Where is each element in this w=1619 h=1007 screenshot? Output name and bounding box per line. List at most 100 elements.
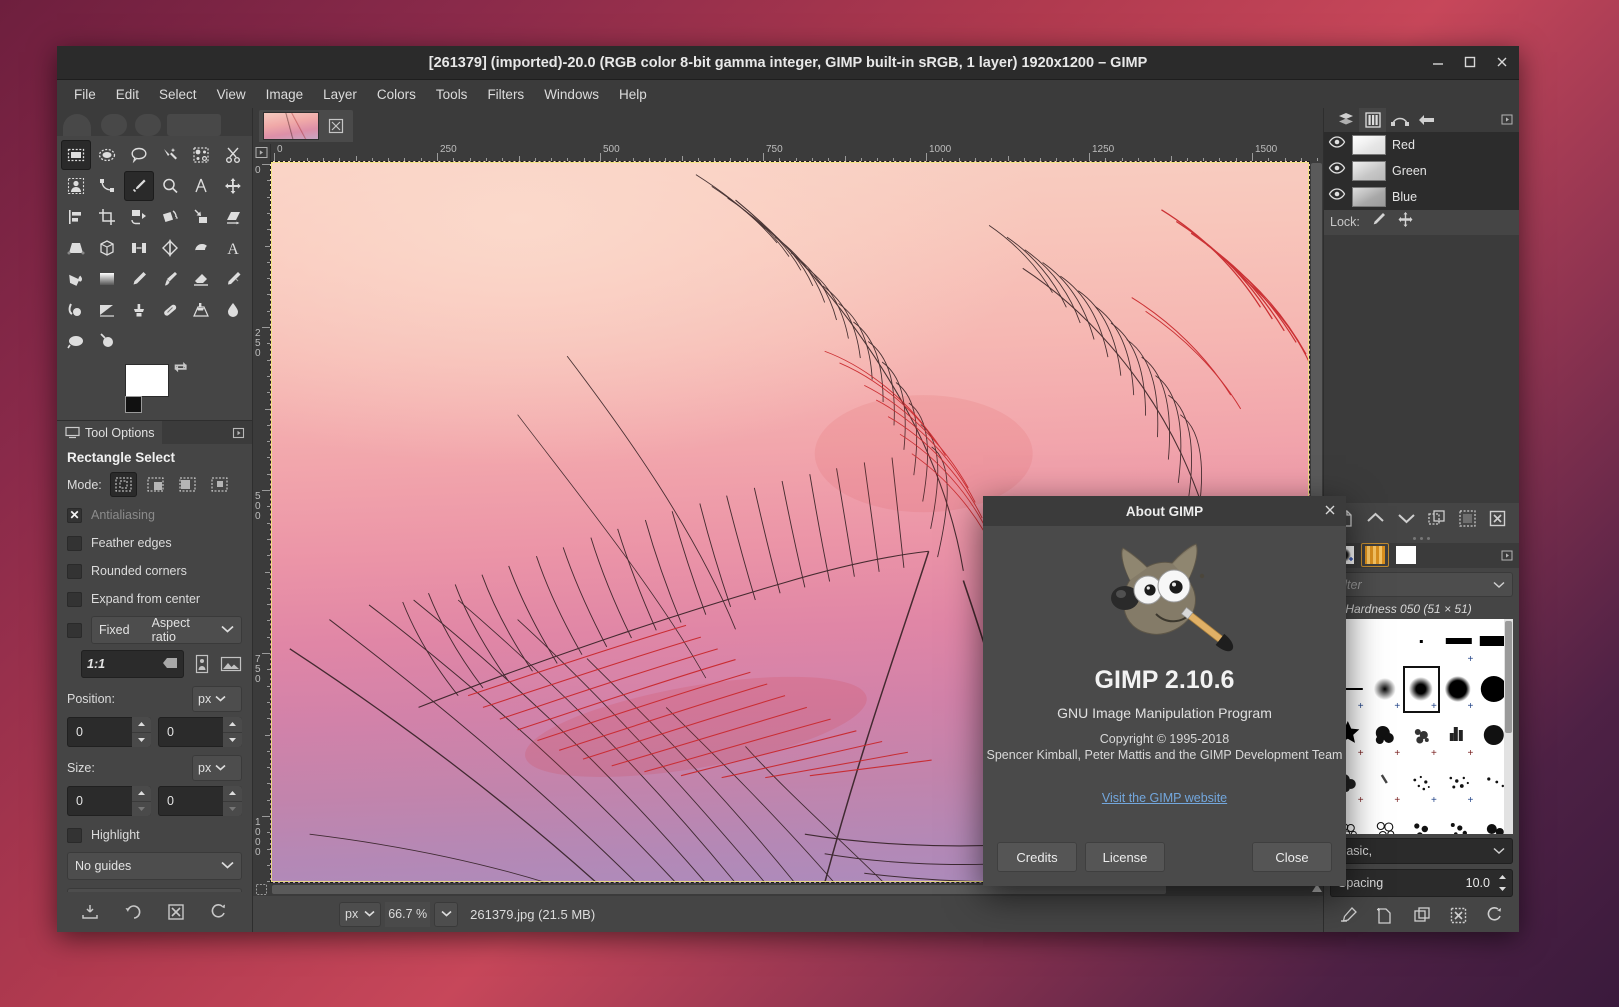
color-picker-tool[interactable]: [124, 171, 154, 201]
edit-brush-icon[interactable]: [1336, 904, 1360, 928]
spacing-arrows[interactable]: [1494, 871, 1511, 895]
dock-menu-icon[interactable]: [1501, 108, 1519, 132]
brush-cell[interactable]: [1367, 619, 1404, 666]
foreground-color-swatch[interactable]: [125, 364, 169, 397]
landscape-orientation-button[interactable]: [220, 653, 242, 675]
flip-tool[interactable]: [155, 233, 185, 263]
gradient-tool[interactable]: [92, 264, 122, 294]
lower-channel-icon[interactable]: [1394, 506, 1418, 530]
spin-up-icon[interactable]: [223, 717, 242, 733]
vertical-ruler[interactable]: 02505007501000: [253, 161, 270, 883]
channel-row-red[interactable]: Red: [1324, 132, 1519, 158]
zoom-tool[interactable]: [155, 171, 185, 201]
scissors-select-tool[interactable]: [218, 140, 248, 170]
mode-add-button[interactable]: [142, 472, 169, 497]
tab-channels[interactable]: [1359, 108, 1386, 132]
auto-shrink-button[interactable]: Auto Shrink: [67, 888, 242, 892]
credits-button[interactable]: Credits: [997, 842, 1077, 872]
channel-row-green[interactable]: Green: [1324, 158, 1519, 184]
dodge-burn-tool[interactable]: [92, 326, 122, 356]
paths-tool[interactable]: [92, 171, 122, 201]
brush-cell[interactable]: +: [1367, 666, 1404, 713]
delete-brush-icon[interactable]: [1446, 904, 1470, 928]
size-width-arrows[interactable]: [132, 786, 151, 816]
perspective-clone-tool[interactable]: [186, 295, 216, 325]
text-tool[interactable]: A: [218, 233, 248, 263]
eye-icon[interactable]: [1328, 161, 1346, 180]
position-y-spinner[interactable]: 0: [158, 717, 242, 747]
menu-tools[interactable]: Tools: [427, 83, 477, 106]
close-icon[interactable]: [1323, 503, 1337, 522]
brush-cell[interactable]: +: [1440, 619, 1477, 666]
menu-filters[interactable]: Filters: [478, 83, 533, 106]
scale-tool[interactable]: [186, 202, 216, 232]
highlight-checkbox[interactable]: [67, 828, 82, 843]
spin-down-icon[interactable]: [1494, 883, 1511, 895]
delete-tool-preset-icon[interactable]: [163, 899, 189, 925]
3d-transform-tool[interactable]: [92, 233, 122, 263]
refresh-brushes-icon[interactable]: [1483, 904, 1507, 928]
size-width-spinner[interactable]: 0: [67, 786, 151, 816]
antialiasing-checkbox[interactable]: [67, 508, 82, 523]
tab-undo-history[interactable]: [1413, 108, 1440, 132]
menu-select[interactable]: Select: [150, 83, 206, 106]
tab-paths[interactable]: [1386, 108, 1413, 132]
tab-patterns[interactable]: [1361, 543, 1389, 567]
license-button[interactable]: License: [1085, 842, 1165, 872]
spin-down-icon[interactable]: [132, 802, 151, 817]
clear-icon[interactable]: [162, 657, 178, 672]
menu-view[interactable]: View: [208, 83, 255, 106]
restore-tool-preset-icon[interactable]: [120, 899, 146, 925]
tab-tool-options[interactable]: Tool Options: [57, 421, 162, 444]
rectangle-select-tool[interactable]: [61, 140, 91, 170]
expand-from-center-checkbox[interactable]: [67, 592, 82, 607]
position-x-arrows[interactable]: [132, 717, 151, 747]
spin-up-icon[interactable]: [132, 717, 151, 733]
delete-channel-icon[interactable]: [1486, 506, 1510, 530]
mode-subtract-button[interactable]: [174, 472, 201, 497]
quickmask-toggle-button[interactable]: [253, 883, 270, 896]
horizontal-ruler[interactable]: 0250500750100012501500: [270, 144, 1323, 161]
move-tool[interactable]: [218, 171, 248, 201]
measure-tool[interactable]: [186, 171, 216, 201]
tab-fonts[interactable]: [1392, 543, 1420, 567]
aspect-ratio-input[interactable]: 1:1: [81, 650, 184, 678]
brush-cell[interactable]: +: [1367, 760, 1404, 807]
spin-up-icon[interactable]: [132, 786, 151, 802]
brush-grid-scrollbar[interactable]: [1504, 619, 1513, 834]
brushes-dock-menu-icon[interactable]: [1501, 549, 1519, 562]
feather-edges-checkbox[interactable]: [67, 536, 82, 551]
menu-help[interactable]: Help: [610, 83, 656, 106]
airbrush-tool[interactable]: [218, 264, 248, 294]
menu-colors[interactable]: Colors: [368, 83, 425, 106]
alignment-tool[interactable]: [61, 202, 91, 232]
brush-cell[interactable]: +: [1440, 807, 1477, 834]
quickmask-menu-button[interactable]: [253, 144, 270, 161]
spin-up-icon[interactable]: [223, 786, 242, 802]
free-select-tool[interactable]: [124, 140, 154, 170]
close-button[interactable]: Close: [1252, 842, 1332, 872]
save-tool-preset-icon[interactable]: [77, 899, 103, 925]
brush-cell[interactable]: +: [1367, 807, 1404, 834]
tool-options-menu-icon[interactable]: [232, 421, 252, 444]
raise-channel-icon[interactable]: [1364, 506, 1388, 530]
foreground-select-tool[interactable]: [61, 171, 91, 201]
dock-separator-grip[interactable]: [1324, 534, 1519, 543]
brush-cell[interactable]: +: [1403, 760, 1440, 807]
ellipse-select-tool[interactable]: [92, 140, 122, 170]
new-brush-icon[interactable]: [1373, 904, 1397, 928]
statusbar-unit-combo[interactable]: px: [339, 902, 381, 927]
image-tab[interactable]: [259, 110, 353, 142]
brush-cell[interactable]: +: [1440, 760, 1477, 807]
size-unit-combo[interactable]: px: [192, 755, 242, 781]
position-unit-combo[interactable]: px: [192, 686, 242, 712]
fuzzy-select-tool[interactable]: [155, 140, 185, 170]
close-icon[interactable]: [1495, 55, 1511, 71]
warp-transform-tool[interactable]: [186, 233, 216, 263]
eye-icon[interactable]: [1328, 135, 1346, 154]
brush-grid[interactable]: + + + + + + + + + + + +: [1330, 619, 1513, 834]
heal-tool[interactable]: [155, 295, 185, 325]
mypaint-brush-tool[interactable]: [92, 295, 122, 325]
horizontal-scrollbar-thumb[interactable]: [272, 885, 1166, 894]
about-website-link[interactable]: Visit the GIMP website: [1102, 791, 1227, 805]
